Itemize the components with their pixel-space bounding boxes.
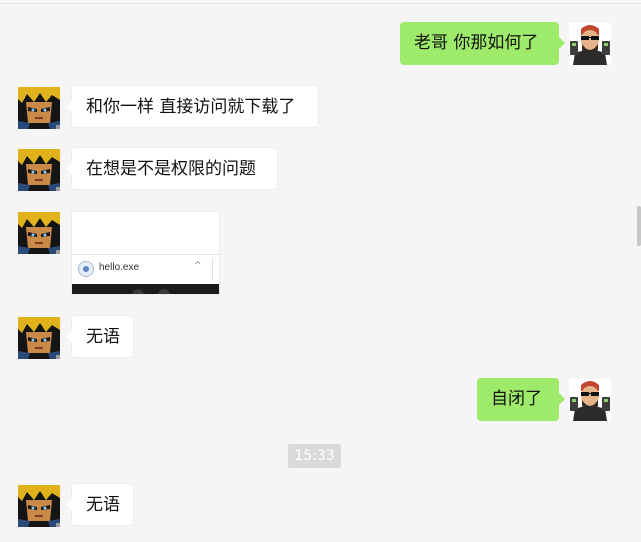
friend-avatar[interactable] xyxy=(18,149,60,191)
download-bar: hello.exe ^ xyxy=(72,254,219,284)
friend-message-bubble[interactable]: 在想是不是权限的问题 xyxy=(66,147,278,190)
friend-message-bubble[interactable]: 和你一样 直接访问就下载了 xyxy=(66,85,319,128)
sunglasses-man-icon xyxy=(569,379,611,421)
friend-avatar[interactable] xyxy=(18,317,60,359)
file-globe-icon xyxy=(78,261,94,277)
friend-message-bubble[interactable]: 无语 xyxy=(66,315,134,358)
my-message-bubble[interactable]: 老哥 你那如何了 xyxy=(400,22,565,65)
timestamp-badge: 15:33 xyxy=(288,444,341,468)
image-bottom-strip xyxy=(72,284,219,294)
anime-character-icon xyxy=(18,149,60,191)
friend-avatar[interactable] xyxy=(18,87,60,129)
top-divider xyxy=(0,3,641,4)
sunglasses-man-icon xyxy=(569,23,611,65)
anime-character-icon xyxy=(18,317,60,359)
my-avatar[interactable] xyxy=(569,379,611,421)
chevron-up-icon: ^ xyxy=(194,261,202,271)
friend-avatar[interactable] xyxy=(18,485,60,527)
download-file-name: hello.exe xyxy=(99,262,140,273)
my-avatar[interactable] xyxy=(569,23,611,65)
friend-message-bubble[interactable]: 无语 xyxy=(66,483,134,526)
anime-character-icon xyxy=(18,87,60,129)
my-message-bubble[interactable]: 自闭了 xyxy=(477,378,565,421)
friend-avatar[interactable] xyxy=(18,212,60,254)
scrollbar-thumb[interactable] xyxy=(637,206,641,246)
image-message[interactable]: hello.exe ^ xyxy=(71,211,220,295)
anime-character-icon xyxy=(18,212,60,254)
divider xyxy=(212,259,213,281)
anime-character-icon xyxy=(18,485,60,527)
